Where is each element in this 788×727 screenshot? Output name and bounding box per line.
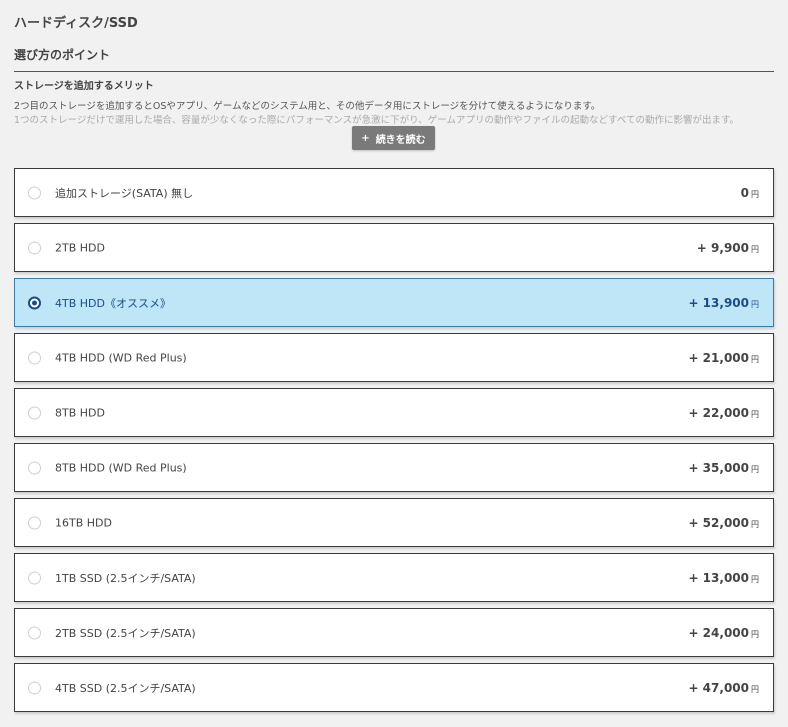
option-price: + 24,000 円 [688,626,759,640]
option-price: + 35,000 円 [688,461,759,475]
read-more-button[interactable]: + 続きを読む [352,126,435,150]
currency-label: 円 [751,354,759,364]
page-title: ハードディスク/SSD [14,16,138,31]
price-value: + 9,900 [696,240,749,255]
read-more-label: 続きを読む [375,134,426,146]
price-value: + 22,000 [688,405,749,420]
option-price: + 21,000 円 [688,351,759,365]
price-value: + 13,000 [688,570,749,585]
price-value: + 47,000 [688,680,749,695]
radio-button[interactable] [28,516,41,529]
storage-option[interactable]: 16TB HDD + 52,000 円 [14,498,774,547]
option-price: 0円 [741,186,759,200]
price-value: + 52,000 [688,515,749,530]
option-price: + 52,000 円 [688,516,759,530]
currency-label: 円 [751,574,759,584]
radio-button[interactable] [28,681,41,694]
description-line-1: 2つ目のストレージを追加するとOSやアプリ、ゲームなどのシステム用と、その他デー… [14,101,601,112]
option-label: 4TB HDD (WD Red Plus) [55,351,187,364]
radio-button[interactable] [28,626,41,639]
section-heading: 選び方のポイント [14,46,774,72]
currency-label: 円 [751,189,759,199]
radio-button[interactable] [28,186,41,199]
storage-option[interactable]: 8TB HDD (WD Red Plus) + 35,000 円 [14,443,774,492]
storage-option[interactable]: 4TB HDD (WD Red Plus) + 21,000 円 [14,333,774,382]
storage-option-selected[interactable]: 4TB HDD《オススメ》 + 13,900 円 [14,278,774,327]
option-price: + 9,900 円 [697,241,759,255]
option-label: 1TB SSD (2.5インチ/SATA) [55,571,196,585]
option-price: + 13,000 円 [688,571,759,585]
description-text: 2つ目のストレージを追加するとOSやアプリ、ゲームなどのシステム用と、その他デー… [14,100,774,126]
option-label: 8TB HDD (WD Red Plus) [55,461,187,474]
price-value: + 21,000 [688,350,749,365]
storage-option[interactable]: 8TB HDD + 22,000 円 [14,388,774,437]
option-label: 4TB HDD《オススメ》 [55,296,171,310]
currency-label: 円 [751,464,759,474]
description-line-2: 1つのストレージだけで運用した場合、容量が少なくなった際にパフォーマンスが急激に… [14,115,740,126]
option-label: 2TB SSD (2.5インチ/SATA) [55,626,196,640]
storage-option[interactable]: 2TB SSD (2.5インチ/SATA) + 24,000 円 [14,608,774,657]
storage-options-list: 追加ストレージ(SATA) 無し 0円 2TB HDD + 9,900 円 4TB… [14,168,774,718]
storage-option[interactable]: 2TB HDD + 9,900 円 [14,223,774,272]
price-value: + 13,900 [688,295,749,310]
price-value: + 24,000 [688,625,749,640]
price-value: 0 [740,185,749,200]
currency-label: 円 [751,629,759,639]
currency-label: 円 [751,684,759,694]
option-label: 16TB HDD [55,516,112,529]
sub-heading: ストレージを追加するメリット [14,81,154,92]
currency-label: 円 [751,409,759,419]
price-value: + 35,000 [688,460,749,475]
radio-button[interactable] [28,406,41,419]
option-price: + 22,000 円 [688,406,759,420]
option-price: + 47,000 円 [688,681,759,695]
option-price: + 13,900 円 [688,296,759,310]
storage-option[interactable]: 追加ストレージ(SATA) 無し 0円 [14,168,774,217]
currency-label: 円 [751,244,759,254]
currency-label: 円 [751,299,759,309]
radio-button[interactable] [28,571,41,584]
storage-option[interactable]: 1TB SSD (2.5インチ/SATA) + 13,000 円 [14,553,774,602]
radio-button[interactable] [28,461,41,474]
storage-option[interactable]: 4TB SSD (2.5インチ/SATA) + 47,000 円 [14,663,774,712]
radio-button-checked[interactable] [28,296,41,309]
option-label: 4TB SSD (2.5インチ/SATA) [55,681,196,695]
storage-option-panel: ハードディスク/SSD 選び方のポイント ストレージを追加するメリット 2つ目の… [0,0,788,727]
radio-button[interactable] [28,351,41,364]
radio-button[interactable] [28,241,41,254]
plus-icon: + [361,132,370,144]
option-label: 8TB HDD [55,406,105,419]
option-label: 2TB HDD [55,241,105,254]
option-label: 追加ストレージ(SATA) 無し [55,186,194,200]
currency-label: 円 [751,519,759,529]
